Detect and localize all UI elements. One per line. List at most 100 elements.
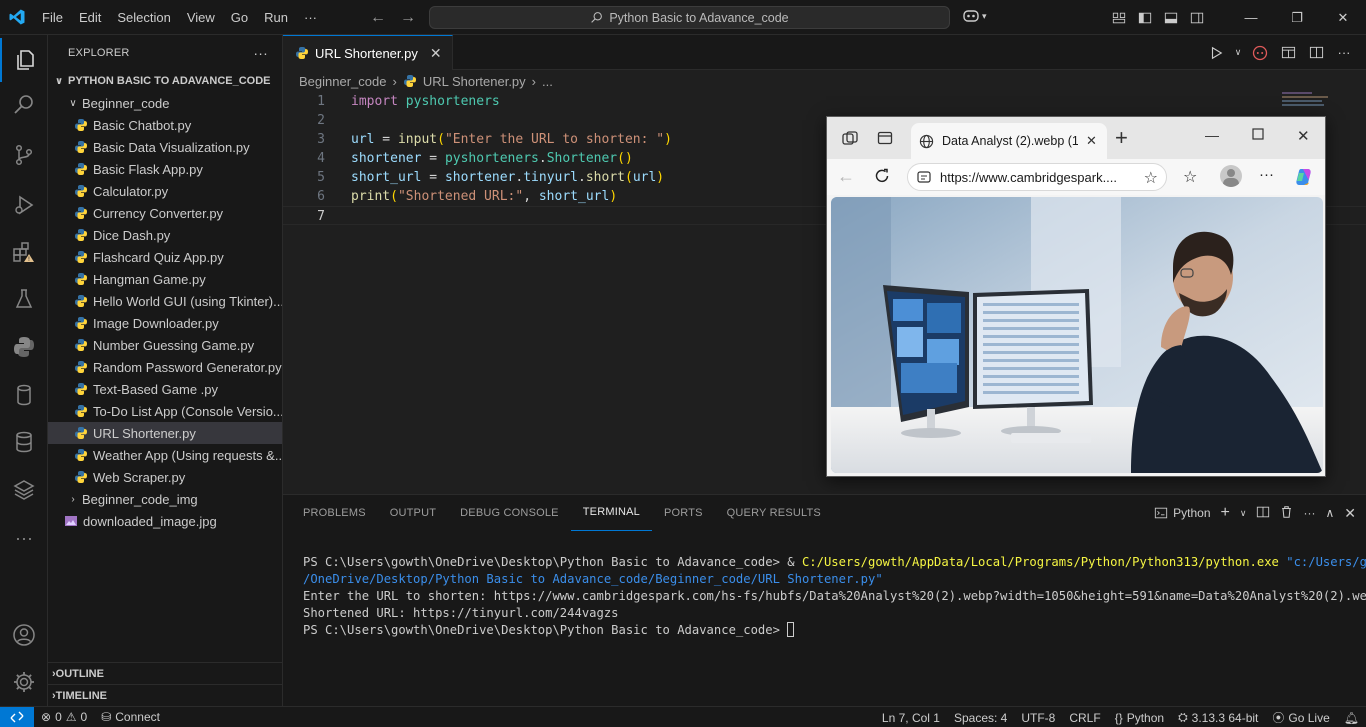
account-icon[interactable] [0,613,48,657]
copilot-button[interactable]: ▾ [962,8,987,24]
browser-window[interactable]: Data Analyst (2).webp (10 ✕ + — ✕ ← http… [826,116,1326,477]
settings-gear-icon[interactable] [0,660,48,704]
file-item[interactable]: Flashcard Quiz App.py [48,246,282,268]
browser-tab[interactable]: Data Analyst (2).webp (10 ✕ [911,123,1107,159]
toggle-panel-icon[interactable] [1158,0,1184,35]
tab-query-results[interactable]: QUERY RESULTS [715,495,833,531]
run-python-file-icon[interactable] [1204,41,1228,65]
close-tab-icon[interactable]: ✕ [430,45,442,62]
workspace-root[interactable]: ∨ PYTHON BASIC TO ADAVANCE_CODE [48,70,282,92]
back-arrow-icon[interactable]: ← [370,9,386,27]
new-tab-button[interactable]: + [1115,125,1128,151]
minimize-icon[interactable]: — [1205,127,1219,143]
split-editor-icon[interactable] [1304,41,1328,65]
indentation[interactable]: Spaces: 4 [947,711,1014,725]
file-item[interactable]: To-Do List App (Console Versio... [48,400,282,422]
terminal-shell-selector[interactable]: Python [1154,506,1211,520]
new-terminal-icon[interactable]: + [1221,504,1230,522]
file-item[interactable]: Number Guessing Game.py [48,334,282,356]
file-item[interactable]: Image Downloader.py [48,312,282,334]
problems-status[interactable]: ⊗ 0 ⚠ 0 [34,710,94,724]
copilot-chat-icon[interactable] [1248,41,1272,65]
file-item[interactable]: URL Shortener.py [48,422,282,444]
menu-more[interactable]: ··· [296,0,325,35]
copilot-icon[interactable] [1293,166,1315,191]
menu-edit[interactable]: Edit [71,0,109,35]
more-actions-icon[interactable]: ··· [1332,41,1356,65]
folder-beginner-code-img[interactable]: › Beginner_code_img [48,488,282,510]
menu-go[interactable]: Go [223,0,256,35]
forward-arrow-icon[interactable]: → [400,9,416,27]
back-arrow-icon[interactable]: ← [837,167,855,185]
tab-terminal[interactable]: TERMINAL [570,495,652,531]
more-actions-icon[interactable]: ··· [1303,506,1315,520]
chevron-down-icon[interactable]: ∨ [1240,508,1247,519]
file-item[interactable]: Currency Converter.py [48,202,282,224]
file-item[interactable]: Hello World GUI (using Tkinter).... [48,290,282,312]
outline-section[interactable]: › OUTLINE [48,662,282,684]
file-item[interactable]: Text-Based Game .py [48,378,282,400]
tab-actions-icon[interactable] [877,130,893,149]
encoding[interactable]: UTF-8 [1014,711,1062,725]
file-item[interactable]: Basic Flask App.py [48,158,282,180]
tab-url-shortener[interactable]: URL Shortener.py ✕ [283,35,453,70]
favorite-star-icon[interactable]: ☆ [1144,168,1158,188]
timeline-section[interactable]: › TIMELINE [48,684,282,706]
customize-layout-icon[interactable] [1106,0,1132,35]
close-icon[interactable]: ✕ [1320,0,1366,35]
maximize-panel-icon[interactable]: ∧ [1325,506,1334,520]
tab-output[interactable]: OUTPUT [378,495,448,531]
search-icon[interactable] [0,83,48,127]
tab-problems[interactable]: PROBLEMS [303,495,378,531]
breadcrumb-folder[interactable]: Beginner_code [299,74,386,89]
split-terminal-icon[interactable] [1256,505,1270,522]
run-debug-icon[interactable] [0,183,48,227]
close-icon[interactable]: ✕ [1297,127,1310,145]
favorites-icon[interactable]: ☆ [1183,167,1197,187]
file-item[interactable]: Random Password Generator.py [48,356,282,378]
language-mode[interactable]: {} Python [1108,711,1171,725]
remote-indicator-icon[interactable] [0,706,34,727]
file-item[interactable]: Web Scraper.py [48,466,282,488]
maximize-icon[interactable] [1252,128,1264,143]
file-item[interactable]: Dice Dash.py [48,224,282,246]
file-item[interactable]: Basic Chatbot.py [48,114,282,136]
file-item[interactable]: Calculator.py [48,180,282,202]
explorer-icon[interactable] [0,38,48,82]
layers-icon[interactable] [0,468,48,512]
python-icon[interactable] [0,325,48,369]
close-tab-icon[interactable]: ✕ [1086,133,1097,149]
restore-icon[interactable]: ❐ [1274,0,1320,35]
trash-icon[interactable] [1280,505,1293,522]
profile-avatar[interactable] [1220,165,1242,187]
tab-ports[interactable]: PORTS [652,495,715,531]
cursor-position[interactable]: Ln 7, Col 1 [875,711,947,725]
python-interpreter[interactable]: ⛭ 3.13.3 64-bit [1171,710,1265,725]
source-control-icon[interactable] [0,133,48,177]
menu-selection[interactable]: Selection [109,0,178,35]
go-live-button[interactable]: ⦿ Go Live [1265,709,1336,726]
connect-status[interactable]: ⛁ Connect [94,710,167,724]
breadcrumb-more[interactable]: ... [542,74,553,89]
folder-beginner-code[interactable]: ∨ Beginner_code [48,92,282,114]
file-downloaded-image[interactable]: downloaded_image.jpg [48,510,282,532]
minimap[interactable] [1282,92,1352,112]
settings-more-icon[interactable]: ··· [1259,166,1274,183]
chevron-down-icon[interactable]: ∨ [1232,41,1244,65]
file-item[interactable]: Weather App (Using requests &... [48,444,282,466]
minimize-icon[interactable]: — [1228,0,1274,35]
terminal-output[interactable]: PS C:\Users\gowth\OneDrive\Desktop\Pytho… [303,537,1366,673]
menu-file[interactable]: File [34,0,71,35]
refresh-icon[interactable] [873,167,891,188]
toggle-sidebar-icon[interactable] [1132,0,1158,35]
toggle-secondary-sidebar-icon[interactable] [1184,0,1210,35]
explorer-more-button[interactable]: ··· [253,45,268,61]
tab-debug-console[interactable]: DEBUG CONSOLE [448,495,571,531]
menu-view[interactable]: View [179,0,223,35]
database-icon[interactable] [0,373,48,417]
extensions-icon[interactable]: ! [0,231,48,275]
sql-icon[interactable] [0,420,48,464]
file-item[interactable]: Basic Data Visualization.py [48,136,282,158]
testing-icon[interactable] [0,277,48,321]
notifications-bell-icon[interactable]: 🔔︎ [1337,711,1366,725]
